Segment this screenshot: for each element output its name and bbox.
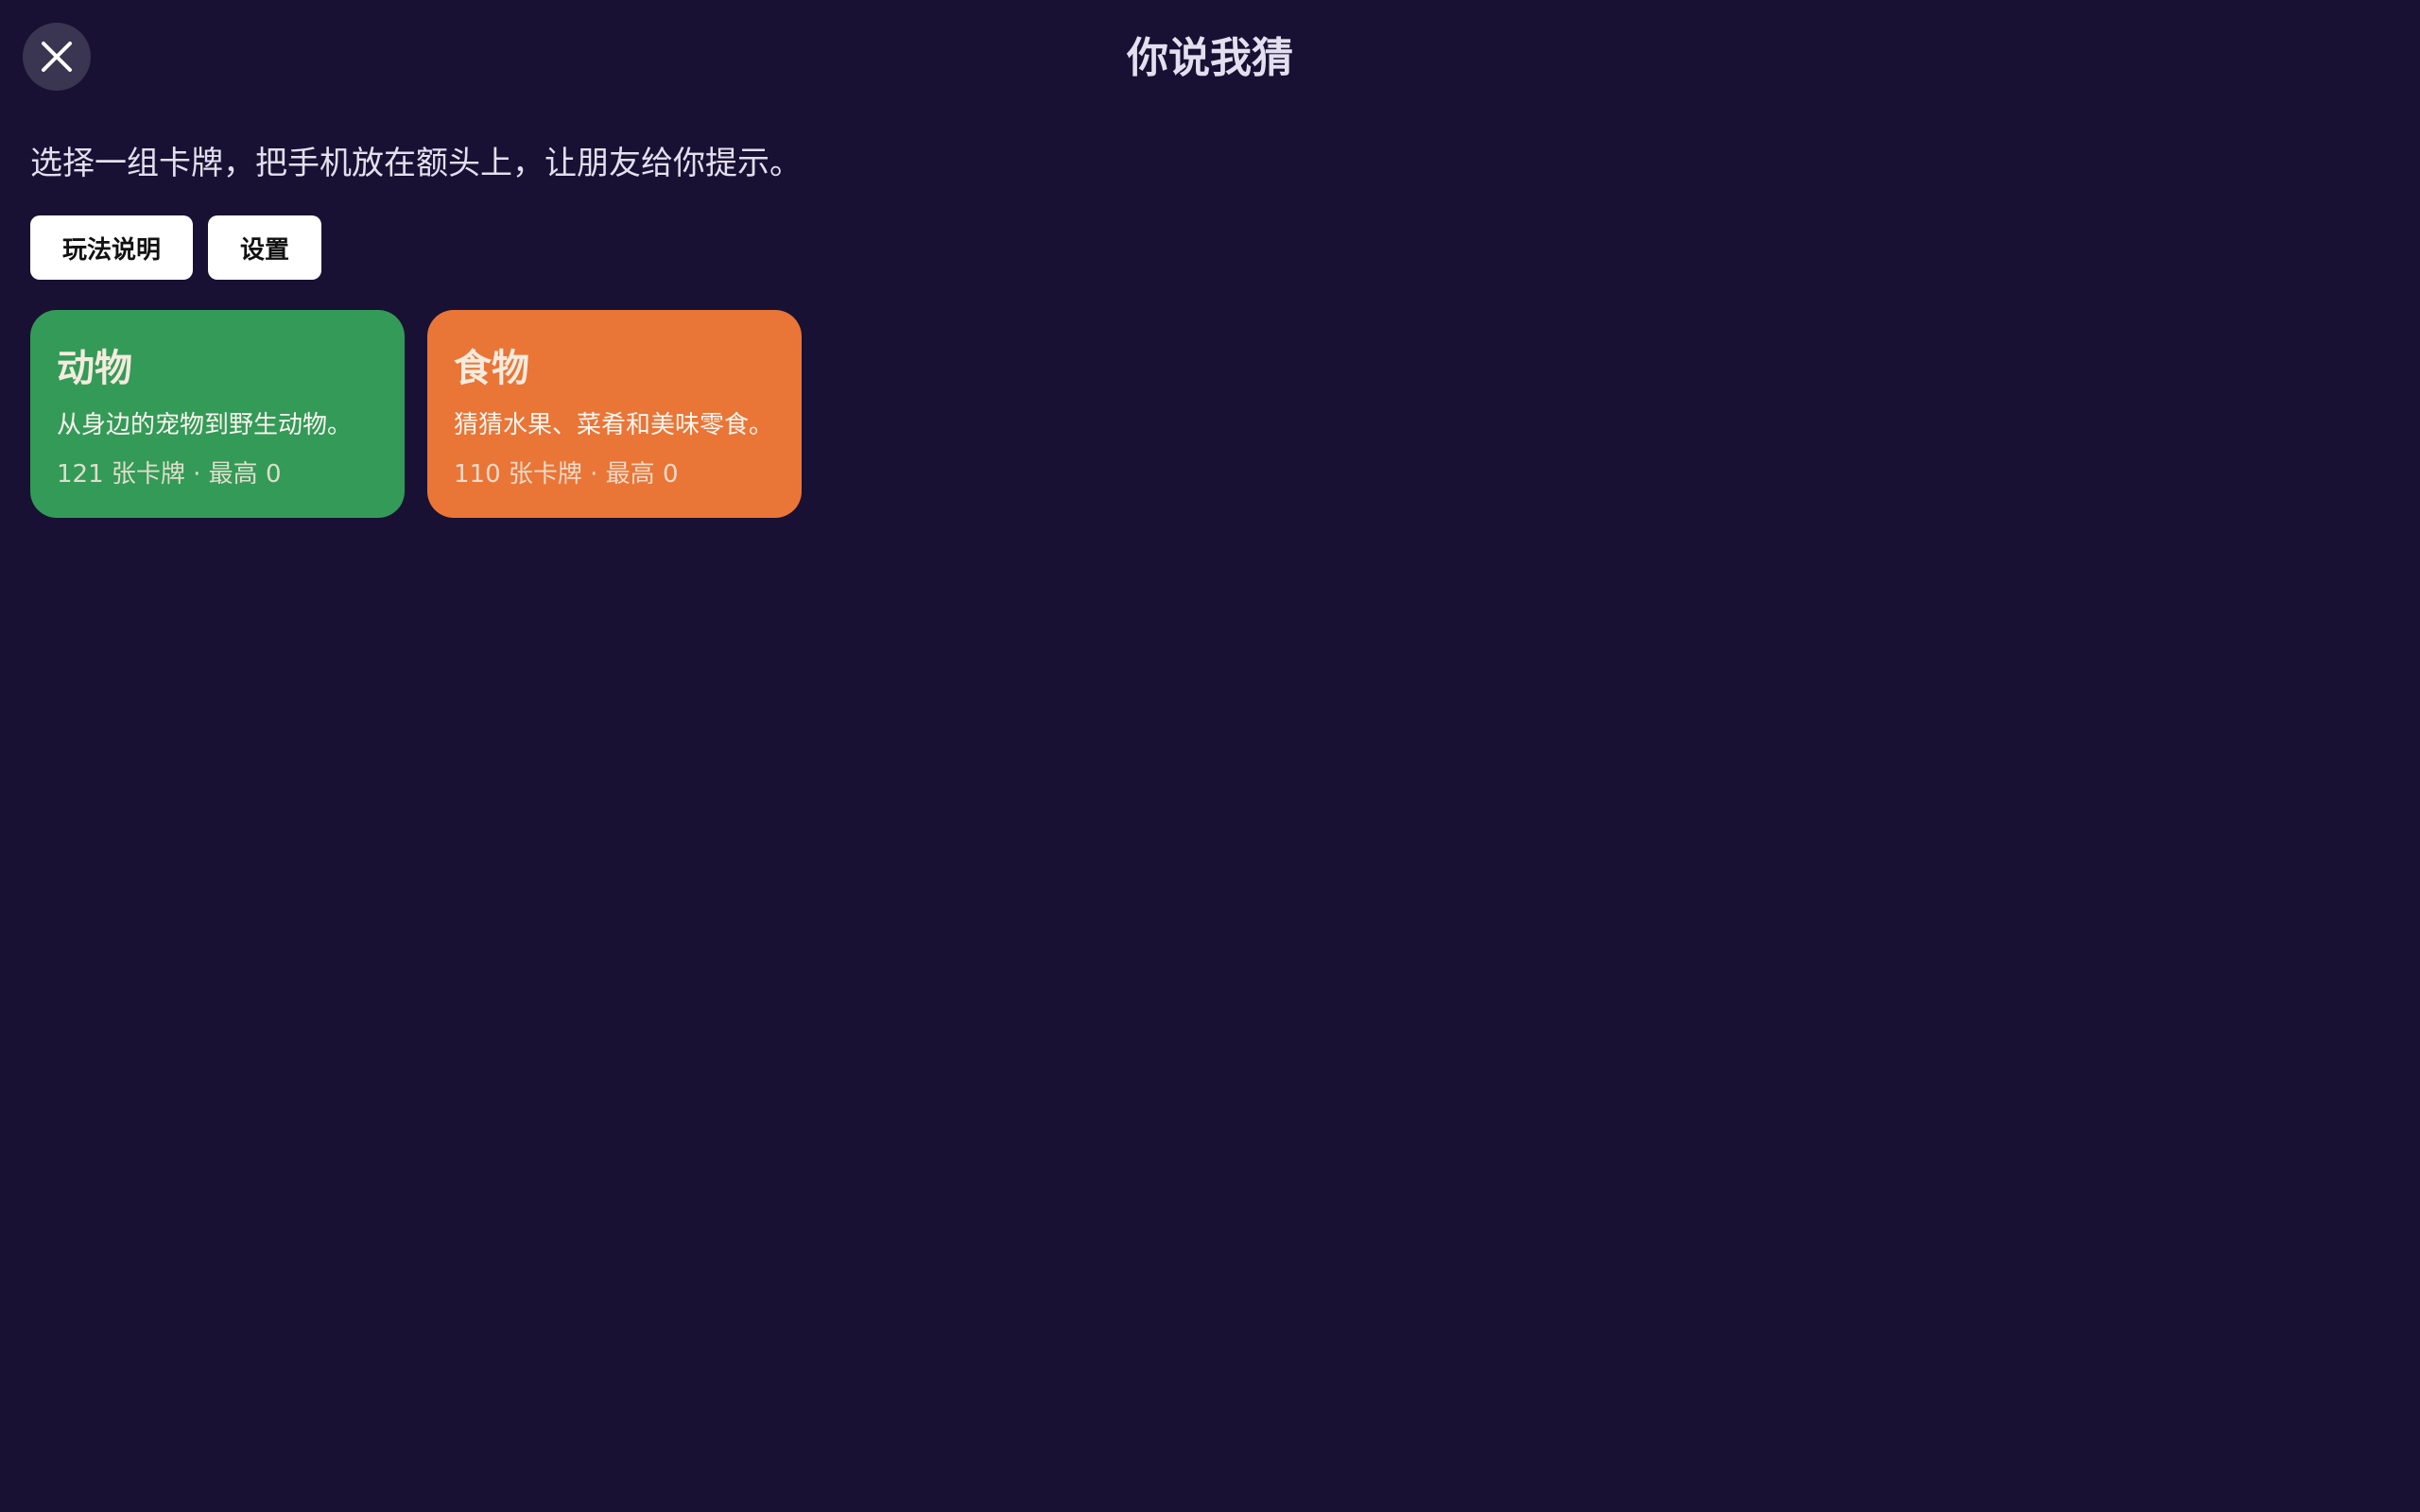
deck-description: 猜猜水果、菜肴和美味零食。 [454, 411, 774, 439]
deck-title: 食物 [454, 347, 529, 390]
how-to-play-button[interactable]: 玩法说明 [30, 215, 194, 280]
intro-text: 选择一组卡牌，把手机放在额头上，让朋友给你提示。 [30, 145, 802, 182]
settings-button[interactable]: 设置 [208, 215, 322, 280]
page-title: 你说我猜 [1127, 34, 1293, 82]
action-buttons: 玩法说明 设置 [30, 215, 322, 280]
deck-title: 动物 [57, 347, 132, 390]
deck-list: 动物 从身边的宠物到野生动物。 121 张卡牌 · 最高 0 食物 猜猜水果、菜… [30, 310, 802, 518]
deck-card-animals[interactable]: 动物 从身边的宠物到野生动物。 121 张卡牌 · 最高 0 [30, 310, 405, 518]
deck-card-food[interactable]: 食物 猜猜水果、菜肴和美味零食。 110 张卡牌 · 最高 0 [427, 310, 802, 518]
deck-description: 从身边的宠物到野生动物。 [57, 411, 353, 439]
deck-meta: 121 张卡牌 · 最高 0 [57, 460, 282, 489]
deck-meta: 110 张卡牌 · 最高 0 [454, 460, 679, 489]
